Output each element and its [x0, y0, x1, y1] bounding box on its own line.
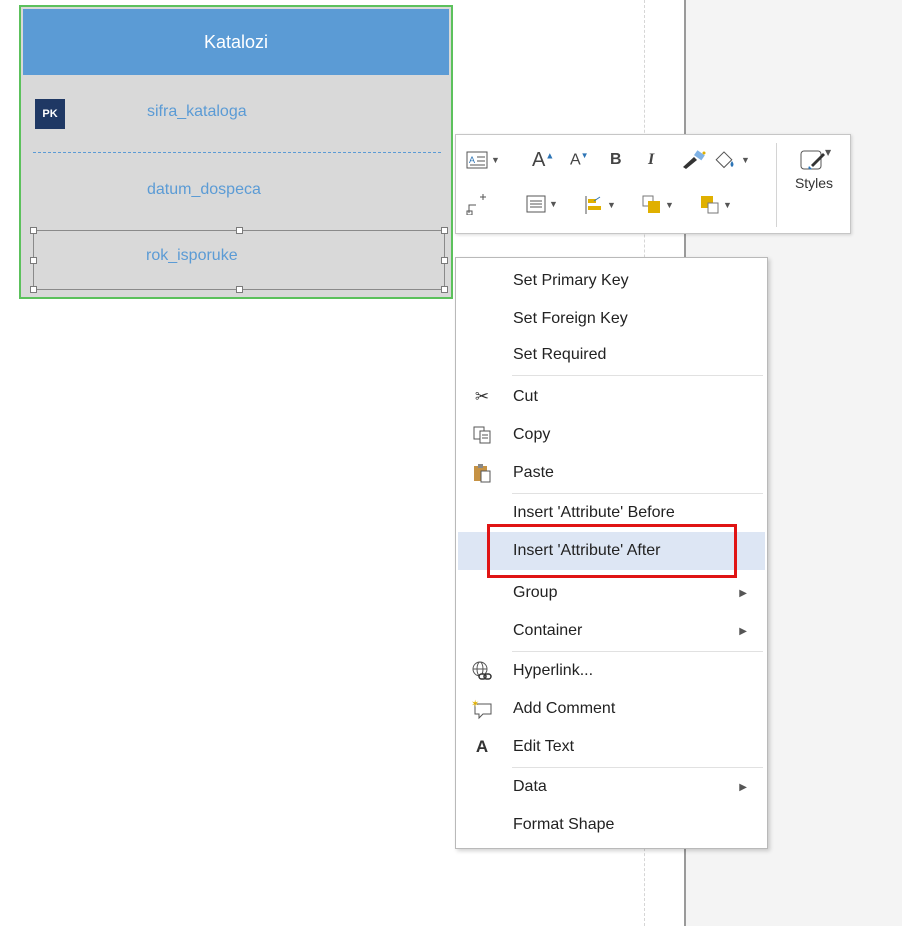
- resize-handle-se[interactable]: [441, 286, 448, 293]
- add-comment-icon: ✶: [470, 697, 494, 721]
- edit-text-icon: A: [475, 737, 489, 756]
- menu-item-add-comment[interactable]: ✶ Add Comment: [458, 690, 765, 728]
- menu-item-format-shape[interactable]: Format Shape: [458, 806, 765, 844]
- format-painter-button[interactable]: [680, 149, 708, 171]
- attribute-label: datum_dospeca: [147, 181, 261, 198]
- entity-header[interactable]: Katalozi: [23, 9, 449, 75]
- send-backward-button[interactable]: ▼: [700, 195, 732, 215]
- resize-handle-e[interactable]: [441, 257, 448, 264]
- connection-point-button[interactable]: [466, 193, 488, 215]
- menu-item-data[interactable]: Data ▶: [458, 768, 765, 806]
- attribute-separator: [33, 152, 441, 153]
- menu-item-cut[interactable]: ✂ Cut: [458, 378, 765, 416]
- menu-item-label: Group: [513, 584, 558, 601]
- attribute-label: sifra_kataloga: [147, 103, 247, 120]
- paste-icon: [470, 461, 494, 485]
- resize-handle-sw[interactable]: [30, 286, 37, 293]
- resize-handle-nw[interactable]: [30, 227, 37, 234]
- annotation-highlight-box: [487, 524, 737, 578]
- align-shapes-icon: [585, 196, 601, 214]
- menu-item-set-primary-key[interactable]: Set Primary Key: [458, 262, 765, 300]
- bold-button[interactable]: B: [610, 151, 622, 169]
- shrink-font-button[interactable]: A▼: [570, 151, 589, 169]
- svg-text:A: A: [469, 155, 475, 165]
- bring-forward-button[interactable]: ▼: [642, 195, 674, 215]
- selected-attribute-frame[interactable]: rok_isporuke: [30, 227, 448, 293]
- menu-item-set-foreign-key[interactable]: Set Foreign Key: [458, 300, 765, 338]
- menu-item-group[interactable]: Group ▶: [458, 574, 765, 612]
- menu-item-paste[interactable]: Paste: [458, 454, 765, 492]
- resize-handle-w[interactable]: [30, 257, 37, 264]
- connection-point-icon: [466, 194, 486, 215]
- menu-item-hyperlink[interactable]: Hyperlink...: [458, 652, 765, 690]
- align-shapes-button[interactable]: ▼: [584, 195, 616, 215]
- menu-item-label: Set Primary Key: [513, 272, 629, 289]
- menu-item-label: Set Foreign Key: [513, 310, 628, 327]
- svg-text:▼: ▼: [825, 148, 831, 157]
- resize-handle-n[interactable]: [236, 227, 243, 234]
- styles-button[interactable]: ▼ Styles: [786, 145, 842, 191]
- chevron-down-icon: ▼: [491, 155, 500, 165]
- menu-item-label: Add Comment: [513, 700, 616, 717]
- styles-label: Styles: [794, 175, 834, 191]
- text-block-button[interactable]: A ▼: [466, 151, 500, 169]
- hyperlink-icon: [470, 659, 494, 683]
- align-text-button[interactable]: ▼: [526, 195, 558, 213]
- attribute-row-sifra-kataloga[interactable]: PK sifra_kataloga: [23, 99, 449, 129]
- mini-toolbar: A ▼ A▲ A▼ B I ▼ ▼ ▼ ▼ ▼ ▼ Styles: [455, 134, 851, 234]
- menu-item-label: Hyperlink...: [513, 662, 594, 679]
- resize-handle-s[interactable]: [236, 286, 243, 293]
- submenu-arrow-icon: ▶: [739, 625, 747, 637]
- menu-item-label: Cut: [513, 388, 538, 405]
- chevron-down-icon: ▼: [741, 155, 750, 165]
- menu-item-label: Copy: [513, 426, 551, 443]
- menu-item-copy[interactable]: Copy: [458, 416, 765, 454]
- attribute-row-datum-dospeca[interactable]: datum_dospeca: [23, 181, 449, 209]
- send-backward-icon: [701, 196, 719, 214]
- submenu-arrow-icon: ▶: [739, 587, 747, 599]
- format-painter-icon: [683, 150, 706, 169]
- paint-bucket-icon: [715, 151, 734, 169]
- text-block-icon: A: [466, 151, 488, 169]
- pk-badge: PK: [35, 99, 65, 129]
- menu-item-edit-text[interactable]: A Edit Text: [458, 728, 765, 766]
- menu-item-label: Container: [513, 622, 583, 639]
- shape-fill-button[interactable]: ▼: [714, 149, 750, 171]
- menu-item-label: Format Shape: [513, 816, 615, 833]
- toolbar-separator: [776, 143, 777, 227]
- italic-button[interactable]: I: [648, 151, 654, 169]
- svg-text:✶: ✶: [471, 699, 479, 710]
- menu-item-label: Set Required: [513, 346, 607, 363]
- bold-icon: B: [610, 151, 622, 168]
- resize-handle-ne[interactable]: [441, 227, 448, 234]
- chevron-down-icon: ▼: [549, 199, 558, 209]
- chevron-down-icon: ▼: [607, 200, 616, 210]
- chevron-down-icon: ▼: [723, 200, 732, 210]
- chevron-down-icon: ▼: [665, 200, 674, 210]
- menu-item-container[interactable]: Container ▶: [458, 612, 765, 650]
- menu-item-label: Insert 'Attribute' Before: [513, 504, 675, 521]
- menu-separator: [512, 375, 763, 376]
- entity-shape-katalozi[interactable]: Katalozi PK sifra_kataloga datum_dospeca…: [19, 5, 453, 299]
- align-text-icon: [526, 195, 546, 213]
- menu-item-label: Data: [513, 778, 547, 795]
- bring-forward-icon: [642, 195, 660, 213]
- submenu-arrow-icon: ▶: [739, 781, 747, 793]
- menu-item-label: Paste: [513, 464, 554, 481]
- italic-icon: I: [648, 151, 655, 168]
- copy-icon: [470, 423, 494, 447]
- grow-font-button[interactable]: A▲: [532, 149, 554, 172]
- styles-icon: ▼: [800, 148, 831, 170]
- grow-font-icon: A▲: [532, 149, 555, 171]
- menu-item-set-required[interactable]: Set Required: [458, 336, 765, 374]
- menu-item-label: Edit Text: [513, 738, 575, 755]
- shrink-font-icon: A▼: [570, 151, 589, 169]
- scissors-icon: ✂: [474, 387, 490, 406]
- attribute-label: rok_isporuke: [146, 247, 238, 264]
